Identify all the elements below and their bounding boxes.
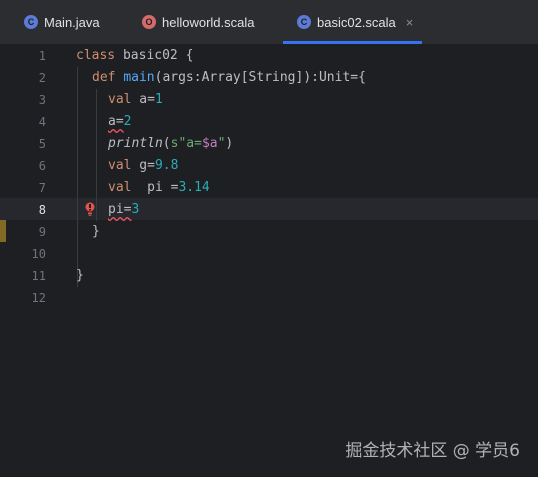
- number-literal: 2: [123, 114, 132, 129]
- line-number: 9: [38, 225, 46, 239]
- number-literal: 1: [154, 92, 163, 107]
- identifier: a=: [131, 92, 155, 107]
- paren: ): [225, 136, 234, 151]
- line-number: 10: [31, 247, 46, 261]
- error-identifier: pi=: [108, 202, 132, 217]
- scala-class-icon: C: [297, 15, 311, 29]
- signature: (args:Array[String]):Unit={: [154, 70, 366, 85]
- tab-helloworld-scala[interactable]: O helloworld.scala: [142, 0, 255, 44]
- keyword: def: [92, 70, 116, 85]
- code-line-6: val g=9.8: [108, 155, 178, 177]
- code-line-5: println(s"a=$a"): [108, 133, 233, 155]
- code-line-7: val pi =3.14: [108, 177, 210, 199]
- tab-basic02-scala[interactable]: C basic02.scala ×: [297, 0, 413, 44]
- code-editor[interactable]: 1 2 3 4 5 6 7 8 9 10 11 12 class basic02…: [0, 45, 538, 477]
- code-line-2: def main(args:Array[String]):Unit={: [92, 67, 366, 89]
- keyword: class: [76, 48, 116, 63]
- line-number-current: 8: [38, 203, 46, 217]
- indent-guide: [96, 89, 97, 221]
- keyword: val: [108, 158, 132, 173]
- identifier: pi =: [131, 180, 179, 195]
- interpolation: $a: [201, 136, 218, 151]
- line-number: 1: [38, 49, 46, 63]
- active-tab-indicator: [283, 41, 422, 44]
- keyword: val: [108, 180, 132, 195]
- error-bulb-icon[interactable]: [84, 202, 96, 216]
- tab-main-java[interactable]: C Main.java: [24, 0, 100, 44]
- tab-label: basic02.scala: [317, 14, 396, 30]
- java-class-icon: C: [24, 15, 38, 29]
- current-line-highlight: [0, 198, 538, 220]
- code-line-3: val a=1: [108, 89, 163, 111]
- code-line-9: }: [92, 224, 100, 239]
- function-call: println: [108, 136, 163, 151]
- string-literal: s"a=: [170, 136, 202, 151]
- identifier: basic02 {: [115, 48, 194, 63]
- scala-object-icon: O: [142, 15, 156, 29]
- tab-label: helloworld.scala: [162, 14, 255, 30]
- paren: (: [162, 136, 171, 151]
- editor-tab-bar: C Main.java O helloworld.scala C basic02…: [0, 0, 538, 45]
- number-literal: 9.8: [154, 158, 179, 173]
- keyword: val: [108, 92, 132, 107]
- code-line-8: pi=3: [108, 199, 139, 221]
- number-literal: 3: [131, 202, 140, 217]
- close-icon[interactable]: ×: [406, 15, 414, 30]
- watermark: 掘金技术社区 @ 学员6: [345, 441, 520, 461]
- code-line-11: }: [76, 268, 84, 283]
- line-number: 7: [38, 181, 46, 195]
- identifier: g=: [131, 158, 155, 173]
- function-name: main: [123, 70, 155, 85]
- line-number: 5: [38, 137, 46, 151]
- code-line-1: class basic02 {: [76, 45, 193, 67]
- line-number: 12: [31, 291, 46, 305]
- tab-label: Main.java: [44, 14, 100, 30]
- line-number: 3: [38, 93, 46, 107]
- line-number: 11: [31, 269, 46, 283]
- line-number: 6: [38, 159, 46, 173]
- indent-guide: [77, 67, 78, 287]
- code-line-4: a=2: [108, 111, 131, 133]
- error-identifier: a=: [108, 114, 124, 129]
- line-number: 2: [38, 71, 46, 85]
- number-literal: 3.14: [178, 180, 210, 195]
- line-number: 4: [38, 115, 46, 129]
